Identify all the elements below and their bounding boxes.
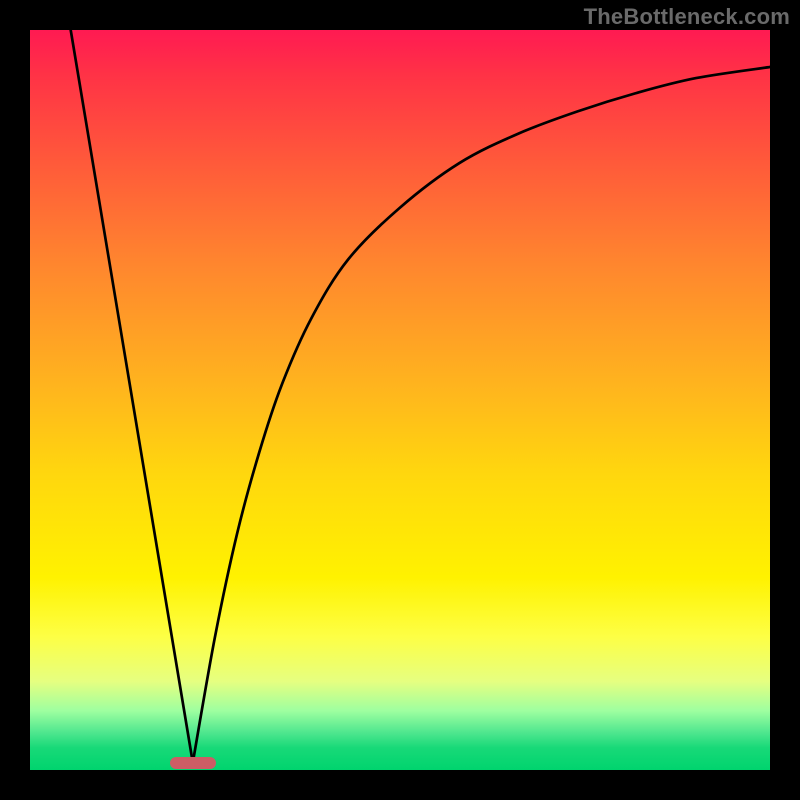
- bottleneck-marker: [170, 757, 216, 769]
- right-curve-line: [193, 67, 770, 763]
- left-branch-line: [71, 30, 193, 763]
- curve-layer: [30, 30, 770, 770]
- watermark-text: TheBottleneck.com: [584, 4, 790, 30]
- plot-area: [30, 30, 770, 770]
- chart-frame: TheBottleneck.com: [0, 0, 800, 800]
